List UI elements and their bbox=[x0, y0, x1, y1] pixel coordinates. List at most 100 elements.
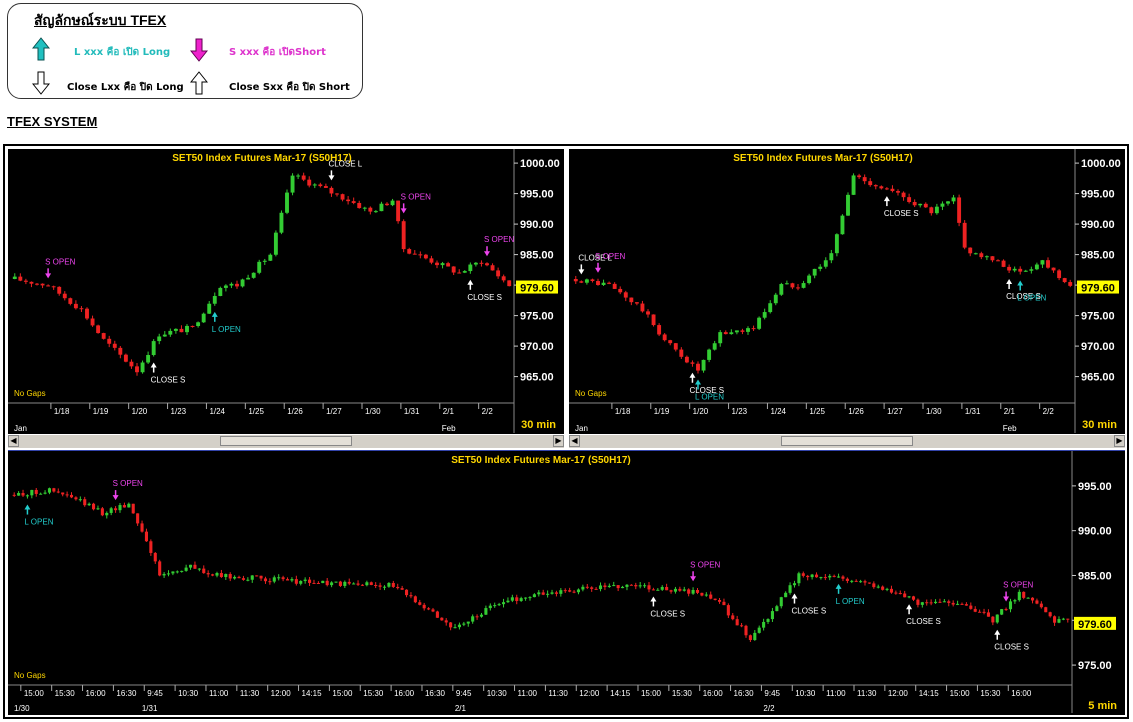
x-tick-label: 1/26 bbox=[848, 407, 864, 416]
candle bbox=[890, 188, 895, 192]
candle bbox=[784, 592, 788, 598]
signal-arrow-icon bbox=[689, 372, 696, 378]
x-tick-label: 16:00 bbox=[1011, 689, 1032, 698]
chart-right-scrollbar[interactable]: ◀ ▶ bbox=[569, 434, 1125, 448]
candle bbox=[501, 602, 506, 605]
scroll-thumb[interactable] bbox=[220, 436, 352, 446]
candle bbox=[391, 582, 395, 587]
candle bbox=[1026, 597, 1030, 599]
candle bbox=[444, 620, 448, 623]
candle bbox=[206, 573, 210, 575]
x-tick-label: 1/30 bbox=[365, 407, 381, 416]
candle bbox=[127, 503, 131, 508]
candle bbox=[479, 614, 484, 617]
candle bbox=[696, 363, 700, 371]
candle bbox=[224, 574, 228, 578]
interval-label: 30 min bbox=[521, 419, 556, 431]
candle bbox=[318, 184, 323, 187]
chart-panel-5min-bottom[interactable]: 995.00990.00985.00980.00975.0015:0015:30… bbox=[8, 450, 1125, 715]
candle bbox=[951, 602, 955, 605]
signal-label: S OPEN bbox=[1003, 581, 1033, 590]
chart-title: SET50 Index Futures Mar-17 (S50H17) bbox=[172, 153, 352, 164]
signal-arrow-icon bbox=[906, 604, 913, 610]
scroll-right-button[interactable]: ▶ bbox=[553, 435, 564, 447]
candle bbox=[594, 588, 598, 590]
candle bbox=[629, 584, 633, 586]
candle bbox=[343, 581, 347, 586]
signal-label: S OPEN bbox=[595, 252, 625, 261]
candle bbox=[255, 575, 259, 577]
chart-left-scrollbar[interactable]: ◀ ▶ bbox=[8, 434, 564, 448]
candle bbox=[665, 586, 669, 591]
candle bbox=[168, 330, 173, 335]
candle bbox=[559, 590, 563, 594]
candle bbox=[281, 577, 285, 580]
candle bbox=[112, 343, 117, 348]
candle bbox=[840, 215, 845, 235]
candle bbox=[573, 279, 578, 282]
scroll-left-button[interactable]: ◀ bbox=[569, 435, 580, 447]
candle bbox=[427, 608, 431, 610]
month-label: 2/2 bbox=[763, 704, 775, 713]
candle bbox=[235, 283, 239, 287]
candle bbox=[246, 579, 250, 581]
candle bbox=[901, 192, 906, 198]
x-tick-label: 16:30 bbox=[116, 689, 137, 698]
month-label: Jan bbox=[14, 424, 27, 433]
candle bbox=[868, 181, 873, 186]
scroll-left-button[interactable]: ◀ bbox=[8, 435, 19, 447]
candle bbox=[69, 494, 74, 498]
candle bbox=[457, 272, 462, 274]
scroll-thumb[interactable] bbox=[781, 436, 913, 446]
close-short-arrow-icon bbox=[190, 71, 208, 95]
x-tick-label: 2/1 bbox=[1004, 407, 1016, 416]
x-tick-label: 9:45 bbox=[147, 689, 163, 698]
candle bbox=[612, 283, 617, 289]
candle bbox=[768, 303, 773, 313]
signal-label: CLOSE S bbox=[791, 607, 826, 616]
candle bbox=[634, 302, 639, 304]
candle bbox=[396, 200, 401, 222]
x-tick-label: 14:15 bbox=[919, 689, 940, 698]
candle bbox=[1007, 266, 1012, 271]
signal-label: L OPEN bbox=[836, 597, 865, 606]
candle bbox=[29, 281, 34, 284]
candle bbox=[863, 581, 867, 583]
candle bbox=[73, 303, 78, 309]
candle bbox=[61, 492, 65, 495]
chart-panel-30min-left[interactable]: 1000.00995.00990.00985.00980.00975.00970… bbox=[8, 149, 564, 434]
x-tick-label: 1/27 bbox=[887, 407, 903, 416]
candle bbox=[212, 295, 217, 304]
x-tick-label: 16:00 bbox=[394, 689, 415, 698]
signal-arrow-icon bbox=[994, 629, 1001, 635]
candle bbox=[51, 286, 56, 288]
candle bbox=[87, 503, 91, 506]
candle bbox=[660, 586, 664, 590]
candle bbox=[105, 512, 109, 516]
candle bbox=[207, 303, 212, 314]
candle bbox=[669, 590, 673, 592]
candle bbox=[625, 584, 629, 587]
x-tick-label: 1/27 bbox=[326, 407, 342, 416]
candle bbox=[233, 576, 237, 579]
system-title: TFEX SYSTEM bbox=[7, 114, 98, 129]
candle bbox=[146, 355, 151, 363]
candle bbox=[938, 601, 942, 603]
chart-panel-30min-right[interactable]: 1000.00995.00990.00985.00980.00975.00970… bbox=[569, 149, 1125, 434]
candle bbox=[607, 282, 612, 284]
x-tick-label: 15:30 bbox=[363, 689, 384, 698]
y-tick-label: 965.00 bbox=[1081, 372, 1115, 384]
candle bbox=[923, 203, 928, 208]
candle bbox=[1039, 603, 1043, 608]
candle bbox=[881, 586, 885, 590]
legend-long-open: L xxx คือ เปิด Long bbox=[74, 47, 171, 58]
candle bbox=[83, 499, 87, 506]
candle bbox=[418, 602, 422, 605]
candle bbox=[1057, 619, 1061, 623]
candle bbox=[541, 592, 545, 595]
scroll-right-button[interactable]: ▶ bbox=[1114, 435, 1125, 447]
candle bbox=[325, 580, 329, 586]
candle bbox=[440, 617, 444, 621]
candle bbox=[431, 609, 435, 612]
candle bbox=[122, 505, 126, 508]
